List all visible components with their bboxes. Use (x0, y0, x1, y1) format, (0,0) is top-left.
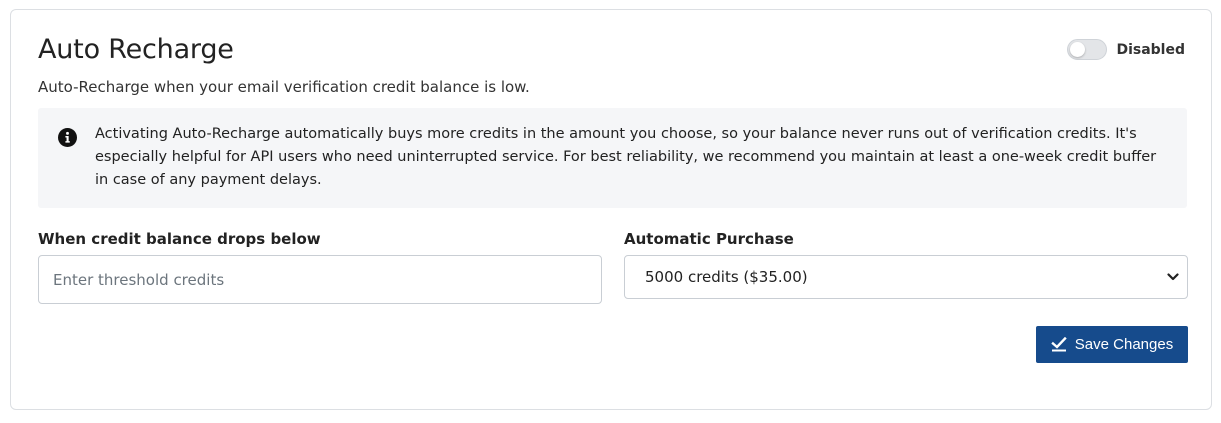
purchase-selected-value: 5000 credits ($35.00) (645, 268, 808, 286)
info-alert: Activating Auto-Recharge automatically b… (38, 108, 1187, 208)
info-text: Activating Auto-Recharge automatically b… (95, 126, 1157, 188)
toggle-status-label: Disabled (1116, 41, 1185, 58)
check-icon (1051, 337, 1067, 352)
save-changes-button[interactable]: Save Changes (1036, 326, 1188, 363)
auto-recharge-card: Auto Recharge Auto-Recharge when your em… (10, 9, 1212, 410)
info-circle-icon (58, 128, 77, 147)
toggle-knob (1070, 42, 1086, 57)
chevron-down-icon (1167, 273, 1179, 281)
auto-recharge-toggle-group: Disabled (1067, 39, 1185, 60)
purchase-label: Automatic Purchase (624, 230, 794, 248)
threshold-input[interactable] (38, 255, 602, 304)
threshold-label: When credit balance drops below (38, 230, 321, 248)
purchase-select[interactable]: 5000 credits ($35.00) (624, 255, 1188, 299)
page-title: Auto Recharge (38, 34, 234, 65)
save-changes-label: Save Changes (1074, 336, 1174, 353)
page-subtitle: Auto-Recharge when your email verificati… (38, 78, 530, 96)
auto-recharge-toggle[interactable] (1067, 39, 1108, 60)
